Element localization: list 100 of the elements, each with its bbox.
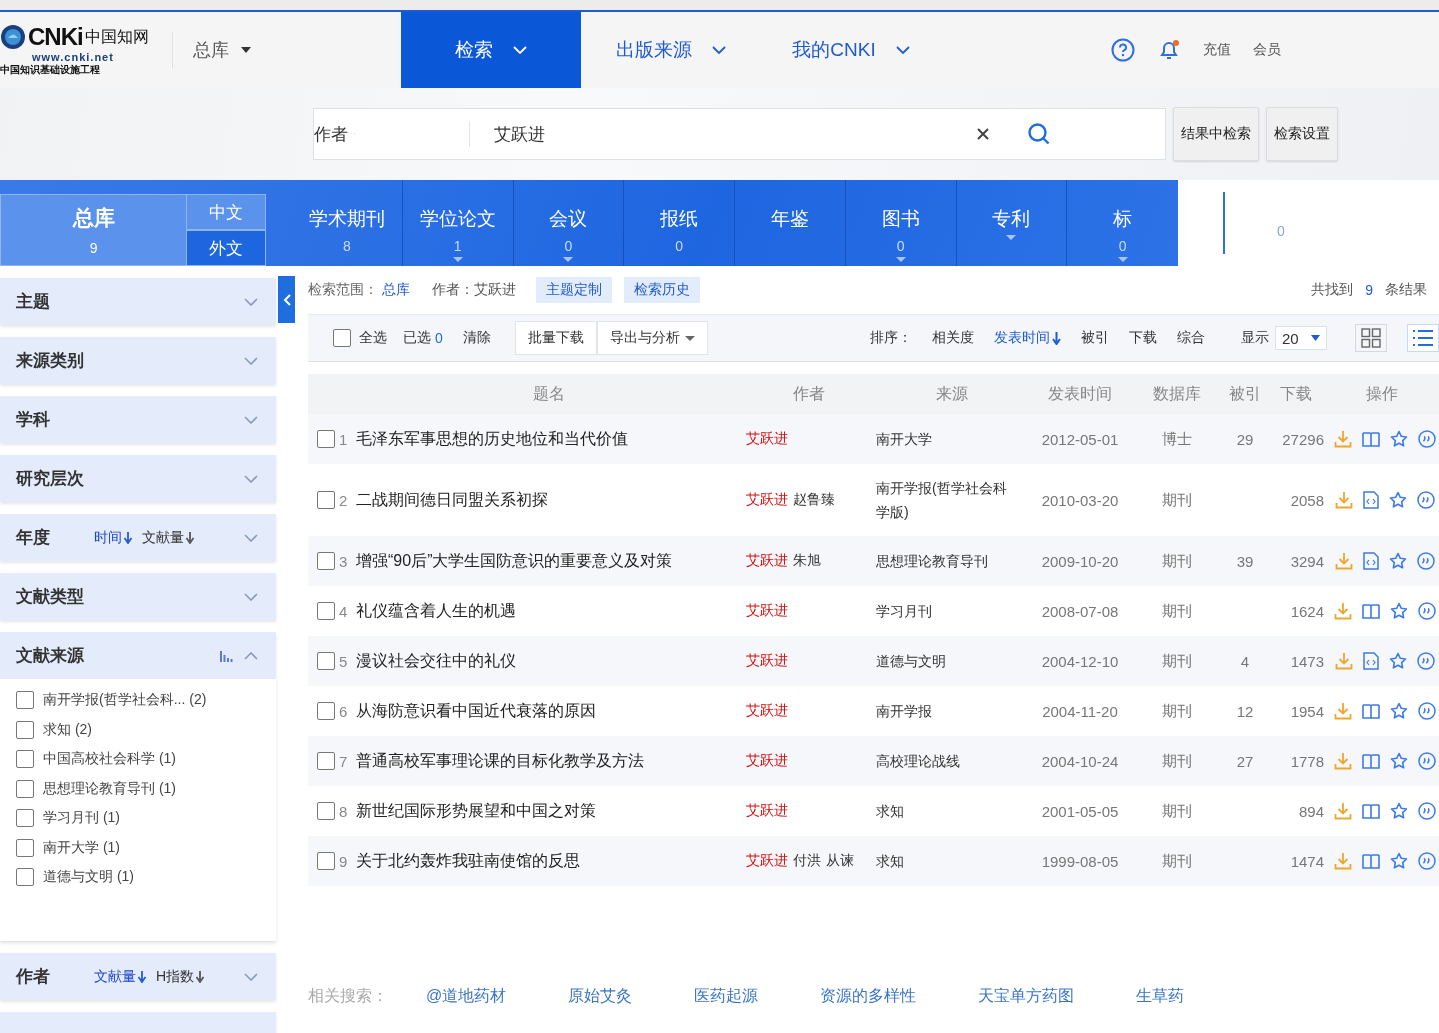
- filter-header[interactable]: 学科: [0, 396, 276, 443]
- related-search-link[interactable]: @道地药材: [426, 986, 507, 1007]
- filter-header[interactable]: 来源类别: [0, 337, 276, 384]
- star-icon[interactable]: [1389, 802, 1408, 820]
- checkbox[interactable]: [317, 752, 335, 770]
- source-link[interactable]: 学习月刊: [876, 599, 1028, 623]
- author-link[interactable]: 从谏: [826, 852, 854, 870]
- star-icon[interactable]: [1389, 752, 1408, 770]
- checkbox[interactable]: [16, 838, 34, 857]
- filter-header[interactable]: 主题: [0, 278, 276, 325]
- article-title-link[interactable]: 礼仪蕴含着人生的机遇: [356, 600, 741, 622]
- related-search-link[interactable]: 生草药: [1136, 986, 1185, 1007]
- filter-option[interactable]: 学习月刊 (1): [43, 809, 120, 827]
- quote-icon[interactable]: [1417, 430, 1436, 448]
- scope-value[interactable]: 总库: [382, 281, 410, 299]
- download-icon[interactable]: [1333, 602, 1352, 620]
- quote-icon[interactable]: [1417, 602, 1436, 620]
- article-title-link[interactable]: 普通高校军事理论课的目标化教学及方法: [356, 750, 741, 772]
- search-field[interactable]: 作者 艾跃进: [313, 108, 1166, 160]
- checkbox[interactable]: [16, 750, 34, 768]
- sort-option[interactable]: 相关度: [932, 329, 974, 347]
- source-link[interactable]: 高校理论战线: [876, 749, 1028, 773]
- quote-icon[interactable]: [1416, 552, 1435, 570]
- author-link[interactable]: 艾跃进: [746, 552, 788, 570]
- sort-option[interactable]: 发表时间: [994, 329, 1061, 347]
- sort-option[interactable]: 综合: [1177, 329, 1205, 347]
- database-tab[interactable]: 报纸 0: [624, 180, 736, 266]
- scope-button[interactable]: 主题定制: [536, 277, 612, 303]
- nav-tab[interactable]: 我的CNKI: [761, 12, 941, 88]
- star-icon[interactable]: [1388, 491, 1407, 509]
- related-search-link[interactable]: 资源的多样性: [820, 986, 917, 1007]
- checkbox[interactable]: [317, 602, 335, 620]
- author-link[interactable]: 赵鲁臻: [793, 491, 835, 509]
- code-file-icon[interactable]: [1362, 552, 1379, 570]
- source-link[interactable]: 南开学报(哲学社会科学版): [876, 476, 1028, 524]
- article-title-link[interactable]: 漫议社会交往中的礼仪: [356, 650, 741, 672]
- database-tab[interactable]: 学位论文 1: [402, 180, 514, 266]
- checkbox[interactable]: [16, 868, 34, 886]
- field-dropdown[interactable]: 作者: [314, 122, 469, 146]
- star-icon[interactable]: [1389, 702, 1408, 720]
- checkbox[interactable]: [317, 491, 335, 509]
- filter-option[interactable]: 道德与文明 (1): [43, 868, 134, 886]
- author-link[interactable]: 艾跃进: [746, 430, 788, 448]
- article-title-link[interactable]: 二战期间德日同盟关系初探: [356, 489, 741, 511]
- related-search-link[interactable]: 原始艾灸: [568, 986, 633, 1007]
- filter-header[interactable]: 文献来源: [0, 632, 276, 679]
- article-title-link[interactable]: 新世纪国际形势展望和中国之对策: [356, 800, 741, 822]
- source-link[interactable]: 南开学报: [876, 699, 1028, 723]
- author-link[interactable]: 艾跃进: [746, 652, 788, 670]
- collapse-button[interactable]: [278, 276, 295, 323]
- star-icon[interactable]: [1389, 602, 1408, 620]
- database-tab[interactable]: 图书 0: [845, 180, 957, 266]
- author-link[interactable]: 艾跃进: [746, 752, 788, 770]
- author-link[interactable]: 付洪: [793, 852, 821, 870]
- quote-icon[interactable]: [1416, 491, 1435, 509]
- related-search-link[interactable]: 天宝单方药图: [978, 986, 1075, 1007]
- checkbox[interactable]: [317, 430, 335, 448]
- sort-link[interactable]: 时间: [94, 528, 132, 547]
- nav-tab[interactable]: 检索: [401, 12, 581, 88]
- filter-option[interactable]: 思想理论教育导刊 (1): [43, 779, 176, 798]
- star-icon[interactable]: [1388, 652, 1407, 670]
- source-link[interactable]: 求知: [876, 849, 1028, 873]
- book-icon[interactable]: [1361, 603, 1380, 619]
- article-title-link[interactable]: 从海防意识看中国近代衰落的原因: [356, 700, 741, 722]
- author-link[interactable]: 朱旭: [793, 552, 821, 570]
- filter-header[interactable]: 作者 文献量 H指数: [0, 953, 276, 1000]
- star-icon[interactable]: [1389, 430, 1408, 448]
- quote-icon[interactable]: [1417, 852, 1436, 870]
- nav-tab[interactable]: 出版来源: [581, 12, 761, 88]
- header-link[interactable]: 充值: [1203, 41, 1231, 59]
- list-view-button[interactable]: [1407, 324, 1439, 352]
- download-icon[interactable]: [1333, 802, 1352, 820]
- book-icon[interactable]: [1361, 431, 1380, 447]
- sort-option[interactable]: 下载: [1129, 329, 1157, 347]
- author-link[interactable]: 艾跃进: [746, 602, 788, 620]
- checkbox[interactable]: [16, 779, 34, 798]
- batch-download-button[interactable]: 批量下载: [514, 321, 597, 355]
- checkbox[interactable]: [317, 702, 335, 720]
- filter-header[interactable]: 文献类型: [0, 573, 276, 620]
- export-dropdown[interactable]: 导出与分析: [596, 321, 708, 355]
- page-size-dropdown[interactable]: 20: [1275, 326, 1327, 350]
- checkbox[interactable]: [333, 329, 351, 347]
- source-link[interactable]: 求知: [876, 799, 1028, 823]
- header-link[interactable]: 会员: [1253, 41, 1281, 59]
- quote-icon[interactable]: [1417, 702, 1436, 720]
- quote-icon[interactable]: [1417, 752, 1436, 770]
- grid-view-button[interactable]: [1355, 324, 1387, 352]
- filter-option[interactable]: 中国高校社会科学 (1): [43, 750, 176, 768]
- star-icon[interactable]: [1388, 552, 1407, 570]
- sort-link[interactable]: 文献量: [142, 528, 194, 547]
- book-icon[interactable]: [1361, 803, 1380, 819]
- help-icon[interactable]: [1111, 38, 1135, 62]
- database-dropdown[interactable]: 总库: [193, 38, 401, 62]
- scope-button[interactable]: 检索历史: [624, 277, 700, 303]
- source-link[interactable]: 南开大学: [876, 427, 1028, 451]
- filter-header[interactable]: 研究层次: [0, 455, 276, 502]
- database-tab[interactable]: 标 0: [1067, 180, 1178, 266]
- select-all-label[interactable]: 全选: [359, 329, 387, 347]
- book-icon[interactable]: [1361, 753, 1380, 769]
- sort-option[interactable]: 被引: [1081, 329, 1109, 347]
